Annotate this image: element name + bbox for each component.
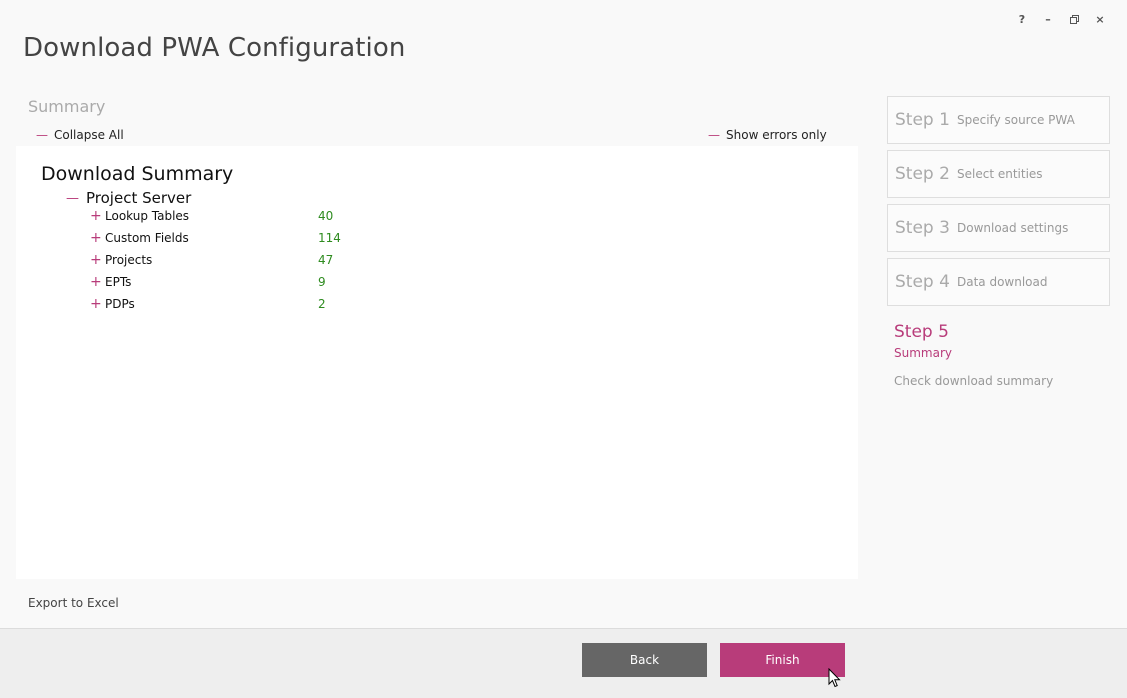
row-count: 114 xyxy=(318,231,341,245)
step-5-active: Step 5 Summary Check download summary xyxy=(894,322,1053,388)
collapse-icon: — xyxy=(708,128,720,142)
step-3[interactable]: Step 3 Download settings xyxy=(887,204,1110,252)
row-count: 47 xyxy=(318,253,334,267)
back-button[interactable]: Back xyxy=(582,643,707,677)
mouse-cursor-icon xyxy=(828,668,841,688)
step-number: Step 4 xyxy=(895,272,950,292)
row-label: PDPs xyxy=(105,297,135,311)
step-number: Step 2 xyxy=(895,164,950,184)
row-label: Lookup Tables xyxy=(105,209,190,223)
footer-bar: Back Finish xyxy=(0,628,1127,698)
active-step-number: Step 5 xyxy=(894,322,949,342)
group-label: Project Server xyxy=(86,189,192,207)
page-title: Download PWA Configuration xyxy=(23,33,406,63)
export-to-excel-link[interactable]: Export to Excel xyxy=(28,596,119,610)
section-label: Summary xyxy=(28,97,106,116)
tree-row: + Projects 47 xyxy=(90,250,390,270)
step-1[interactable]: Step 1 Specify source PWA xyxy=(887,96,1110,144)
tree-group-project-server[interactable]: — Project Server xyxy=(66,189,191,207)
collapse-icon: — xyxy=(36,128,48,142)
collapse-all-toggle[interactable]: — Collapse All xyxy=(36,128,124,142)
step-number: Step 1 xyxy=(895,110,950,130)
window-controls: ? – × xyxy=(1009,11,1113,27)
step-number: Step 3 xyxy=(895,218,950,238)
expand-icon[interactable]: + xyxy=(90,252,105,268)
summary-panel: Download Summary — Project Server + Look… xyxy=(16,146,858,579)
collapse-icon: — xyxy=(66,190,79,206)
restore-button[interactable] xyxy=(1061,11,1087,27)
step-name: Select entities xyxy=(957,167,1043,181)
download-summary-title: Download Summary xyxy=(41,163,234,185)
restore-icon xyxy=(1069,14,1079,24)
wizard-steps: Step 1 Specify source PWA Step 2 Select … xyxy=(887,96,1110,312)
expand-icon[interactable]: + xyxy=(90,296,105,312)
tree-row: + PDPs 2 xyxy=(90,294,390,314)
expand-icon[interactable]: + xyxy=(90,274,105,290)
expand-icon[interactable]: + xyxy=(90,208,105,224)
active-step-name: Summary xyxy=(894,346,952,360)
row-count: 9 xyxy=(318,275,326,289)
row-label: Projects xyxy=(105,253,153,267)
step-2[interactable]: Step 2 Select entities xyxy=(887,150,1110,198)
row-count: 2 xyxy=(318,297,326,311)
row-label: EPTs xyxy=(105,275,132,289)
step-4[interactable]: Step 4 Data download xyxy=(887,258,1110,306)
step-name: Download settings xyxy=(957,221,1069,235)
tree-row: + Lookup Tables 40 xyxy=(90,206,390,226)
active-step-description: Check download summary xyxy=(894,374,1054,388)
expand-icon[interactable]: + xyxy=(90,230,105,246)
close-button[interactable]: × xyxy=(1087,11,1113,27)
row-count: 40 xyxy=(318,209,334,223)
step-name: Specify source PWA xyxy=(957,113,1075,127)
show-errors-label: Show errors only xyxy=(726,128,827,142)
minimize-button[interactable]: – xyxy=(1035,11,1061,27)
collapse-all-label: Collapse All xyxy=(54,128,124,142)
tree-row: + Custom Fields 114 xyxy=(90,228,390,248)
help-button[interactable]: ? xyxy=(1009,11,1035,27)
step-name: Data download xyxy=(957,275,1048,289)
finish-button[interactable]: Finish xyxy=(720,643,845,677)
show-errors-toggle[interactable]: — Show errors only xyxy=(708,128,827,142)
tree-row: + EPTs 9 xyxy=(90,272,390,292)
row-label: Custom Fields xyxy=(105,231,189,245)
